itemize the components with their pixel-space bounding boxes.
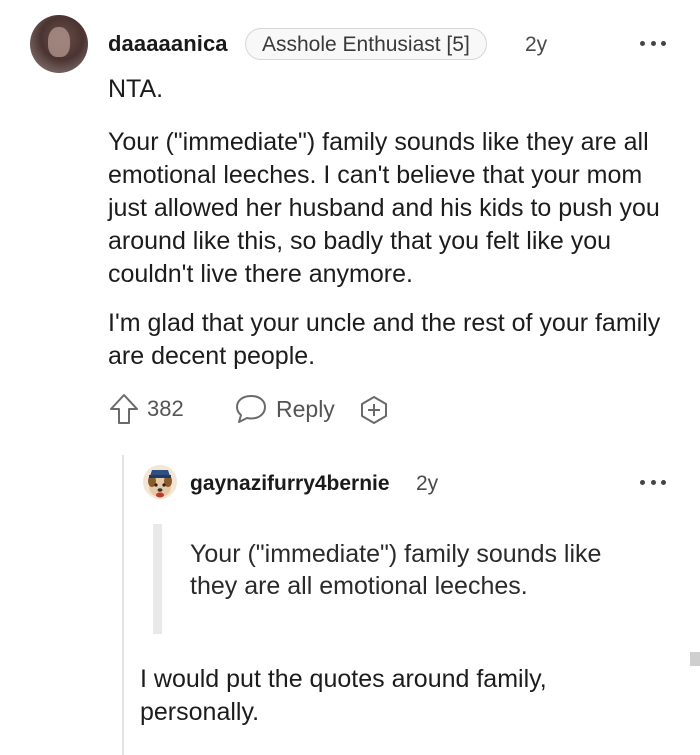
reply-age: 2y (416, 472, 439, 495)
quote-bar (153, 524, 162, 634)
speech-bubble-icon (234, 393, 268, 425)
avatar-face (48, 27, 70, 57)
reply-username[interactable]: gaynazifurry4bernie (190, 472, 390, 496)
comment-paragraph: Your ("immediate") family sounds like th… (108, 128, 660, 288)
thread-line[interactable] (122, 455, 124, 755)
comment-paragraph: I'm glad that your uncle and the rest of… (108, 309, 661, 370)
user-flair-badge: Asshole Enthusiast [5] (245, 28, 487, 60)
reply-avatar[interactable] (143, 465, 177, 499)
comment-body: NTA. Your ("immediate") family sounds li… (108, 73, 678, 373)
upvote-button[interactable]: 382 (108, 392, 184, 426)
upvote-count: 382 (147, 396, 184, 421)
quoted-text: Your ("immediate") family sounds like th… (190, 540, 602, 600)
scrollbar-thumb[interactable] (690, 652, 700, 666)
more-options-icon[interactable] (640, 39, 666, 47)
comment-paragraph: NTA. (108, 75, 164, 103)
comment-username[interactable]: daaaaanica (108, 31, 228, 57)
comment-age: 2y (525, 33, 548, 56)
reply-button[interactable]: Reply (234, 393, 335, 425)
plus-award-icon[interactable] (358, 394, 390, 426)
reply-body: I would put the quotes around family, pe… (140, 665, 547, 726)
upvote-arrow-icon[interactable] (108, 392, 140, 426)
more-options-icon[interactable] (640, 478, 666, 486)
reply-label: Reply (276, 395, 335, 422)
avatar[interactable] (30, 15, 88, 73)
